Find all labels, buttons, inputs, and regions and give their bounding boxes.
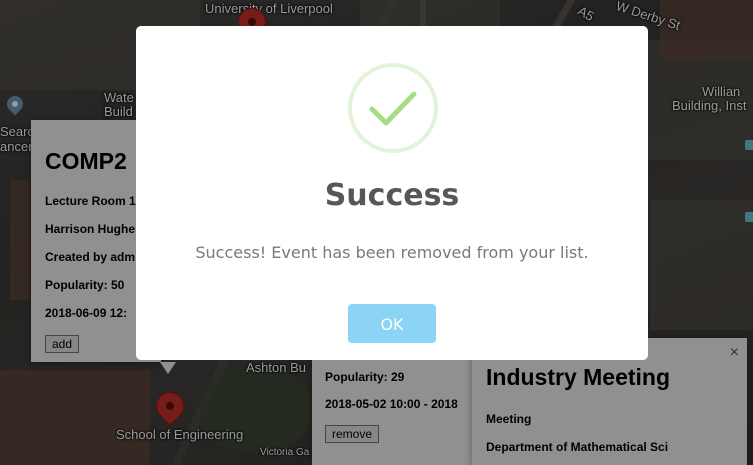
dialog-title: Success bbox=[324, 178, 460, 213]
success-check-icon bbox=[348, 63, 438, 153]
success-dialog: Success Success! Event has been removed … bbox=[136, 26, 648, 360]
ok-button[interactable]: OK bbox=[348, 304, 436, 343]
dialog-message: Success! Event has been removed from you… bbox=[195, 243, 589, 262]
